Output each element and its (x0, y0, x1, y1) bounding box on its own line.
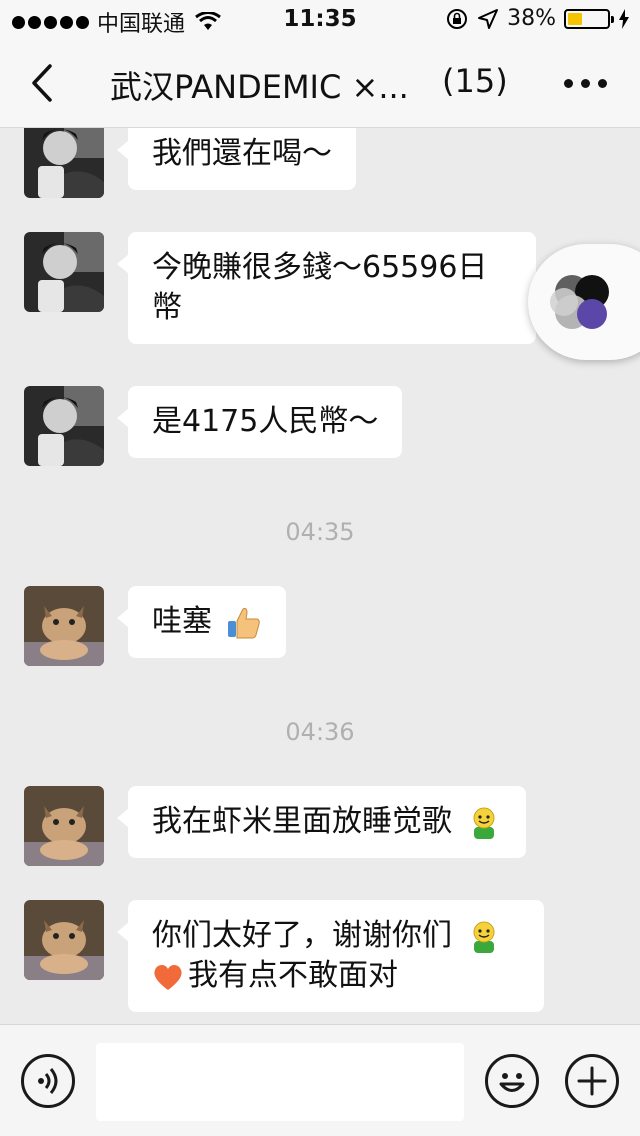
avatar-photo-user-b (24, 786, 104, 866)
avatar-photo-user-a (24, 128, 104, 198)
message-text: 我有点不敢面对 (188, 958, 398, 993)
message-bubble[interactable]: 我在虾米里面放睡觉歌 (117, 786, 526, 858)
message-bubble[interactable]: 你们太好了，谢谢你们 我有点不敢面对 (117, 900, 544, 1012)
message-input[interactable] (96, 1043, 464, 1121)
timestamp: 04:35 (285, 518, 355, 546)
location-arrow-icon (478, 8, 499, 29)
avatar-photo-user-b (24, 900, 104, 980)
plus-button[interactable] (565, 1054, 619, 1108)
message-text: 哇塞 (152, 604, 212, 639)
battery-level (568, 12, 583, 25)
message-text-line: 你们太好了，谢谢你们 (152, 916, 520, 956)
thumbs-up-icon (227, 607, 260, 638)
message-text-line: 幣 (152, 290, 182, 325)
member-count: (15) (442, 62, 508, 100)
status-right: 38% (445, 6, 630, 31)
charging-bolt-icon (619, 8, 629, 29)
rotation-lock-icon (447, 8, 468, 29)
plus-icon (577, 1066, 607, 1096)
message-bubble[interactable]: 是4175人民幣～ (116, 386, 403, 458)
voice-button[interactable] (21, 1054, 75, 1108)
message-text: 你们太好了，谢谢你们 (152, 918, 452, 953)
timestamp: 04:36 (285, 718, 355, 746)
smiley-figure-icon (473, 807, 495, 839)
floating-assistant-button[interactable] (528, 244, 640, 360)
avatar[interactable] (24, 786, 104, 866)
status-bar: 中国联通 11:35 38% (0, 0, 640, 40)
emoji-face-icon (499, 1073, 525, 1092)
message-bubble[interactable]: 我們還在喝～ (117, 128, 356, 190)
heart-icon (154, 964, 182, 990)
emoji-button[interactable] (485, 1054, 539, 1108)
chat-screen: 中国联通 11:35 38% 武汉PANDEMIC ×... (15) 我們還在… (0, 0, 640, 1136)
message-text-line: 我有点不敢面对 (152, 956, 520, 996)
chevron-left-icon (32, 64, 52, 102)
message-list[interactable]: 我們還在喝～ 今晚賺很多錢～65596日 幣 是4175人民幣～ 04:35 哇… (0, 128, 640, 1024)
battery-icon (564, 8, 614, 29)
message-text-line: 今晚賺很多錢～65596日 (152, 250, 488, 285)
message-text: 我在虾米里面放睡觉歌 (152, 804, 452, 839)
avatar-photo-user-a (24, 232, 104, 312)
back-button[interactable] (20, 60, 66, 106)
more-button[interactable] (564, 66, 616, 100)
message-bubble[interactable]: 今晚賺很多錢～65596日 幣 (117, 232, 536, 344)
avatar[interactable] (24, 232, 104, 312)
avatar-photo-user-a (24, 386, 104, 466)
floating-widget-icon (550, 275, 609, 329)
avatar[interactable] (24, 386, 104, 466)
more-dots-icon (564, 78, 573, 88)
voice-icon (38, 1068, 58, 1094)
battery-percent: 38% (507, 6, 556, 31)
message-bubble[interactable]: 哇塞 (117, 586, 286, 658)
avatar[interactable] (24, 586, 104, 666)
avatar-photo-user-b (24, 586, 104, 666)
smiley-figure-icon (473, 921, 495, 953)
message-text: 我們還在喝～ (152, 136, 332, 171)
input-bar (0, 1024, 640, 1136)
avatar[interactable] (24, 900, 104, 980)
message-text: 是4175人民幣～ (152, 404, 379, 439)
chat-title: 武汉PANDEMIC ×... (110, 68, 409, 106)
nav-bar: 武汉PANDEMIC ×... (15) (0, 40, 640, 128)
avatar[interactable] (24, 128, 104, 198)
